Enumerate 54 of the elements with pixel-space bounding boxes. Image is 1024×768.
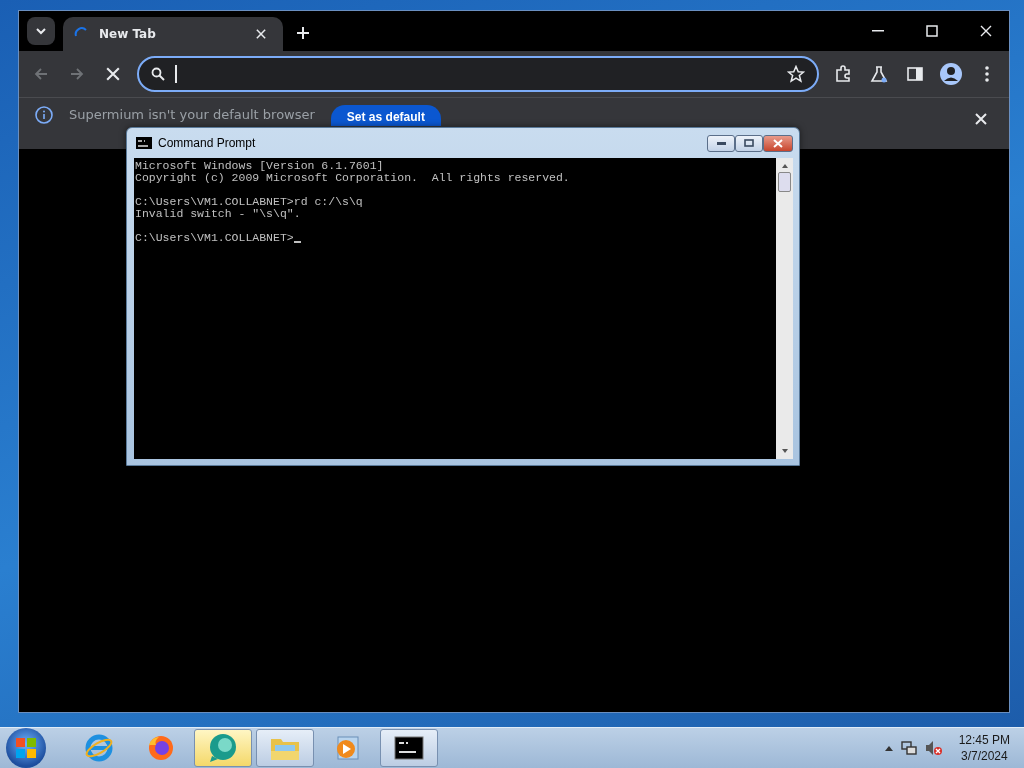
tab-title: New Tab bbox=[99, 27, 157, 41]
console-line: C:\Users\VM1.COLLABNET>rd c:/\s\q bbox=[135, 196, 363, 208]
start-button[interactable] bbox=[6, 728, 46, 768]
console-line: Invalid switch - "\s\q". bbox=[135, 208, 301, 220]
up-arrow-icon[interactable] bbox=[780, 162, 789, 170]
stop-icon bbox=[106, 67, 120, 81]
console-line: Copyright (c) 2009 Microsoft Corporation. All rights reserved. bbox=[135, 172, 570, 184]
minimize-icon bbox=[716, 141, 726, 145]
fox-globe-icon bbox=[146, 733, 176, 763]
muted-speaker-icon[interactable] bbox=[924, 740, 943, 756]
search-icon bbox=[151, 67, 165, 81]
console-line: Microsoft Windows [Version 6.1.7601] bbox=[135, 160, 384, 172]
avatar-icon bbox=[939, 62, 963, 86]
star-icon[interactable] bbox=[787, 65, 805, 83]
restore-button[interactable] bbox=[735, 134, 763, 152]
console-line: C:\Users\VM1.COLLABNET> bbox=[135, 232, 294, 244]
close-icon bbox=[975, 113, 987, 125]
puzzle-icon bbox=[834, 65, 852, 83]
text-cursor bbox=[175, 65, 177, 83]
plus-icon bbox=[296, 26, 310, 40]
close-button[interactable] bbox=[763, 134, 793, 152]
console-icon bbox=[136, 137, 152, 149]
back-arrow-icon bbox=[33, 66, 49, 82]
tab-search-button[interactable] bbox=[27, 17, 55, 45]
console-icon bbox=[394, 736, 424, 760]
close-icon bbox=[256, 29, 266, 39]
e-globe-icon bbox=[84, 733, 114, 763]
window-title: Command Prompt bbox=[158, 136, 257, 150]
taskbar-app[interactable] bbox=[380, 729, 438, 767]
browser-tab[interactable]: New Tab bbox=[63, 17, 283, 51]
chat-bubble-icon bbox=[207, 732, 239, 764]
infobar-message: Supermium isn't your default browser bbox=[69, 107, 315, 123]
scrollbar-thumb[interactable] bbox=[778, 172, 791, 192]
maximize-icon bbox=[926, 25, 938, 37]
flask-icon bbox=[870, 65, 888, 83]
menu-icon bbox=[985, 66, 989, 82]
minimize-icon bbox=[872, 30, 884, 32]
info-icon bbox=[35, 106, 53, 124]
minimize-button[interactable] bbox=[707, 134, 735, 152]
forward-arrow-icon bbox=[69, 66, 85, 82]
down-arrow-icon[interactable] bbox=[780, 447, 789, 455]
address-bar[interactable] bbox=[137, 56, 819, 92]
set-default-button[interactable]: Set as default bbox=[330, 105, 441, 126]
close-icon bbox=[980, 25, 992, 37]
restore-icon bbox=[744, 139, 754, 147]
network-icon[interactable] bbox=[900, 740, 917, 756]
clock[interactable]: 12:45 PM 3/7/2024 bbox=[950, 732, 1018, 764]
side-panel-icon bbox=[907, 66, 923, 82]
up-caret-icon[interactable] bbox=[884, 745, 893, 751]
chevron-down-icon bbox=[35, 25, 47, 37]
close-icon bbox=[773, 138, 783, 148]
profile-button[interactable] bbox=[939, 62, 963, 86]
four-squares-logo-icon bbox=[15, 737, 37, 759]
scrollbar[interactable] bbox=[776, 158, 793, 459]
